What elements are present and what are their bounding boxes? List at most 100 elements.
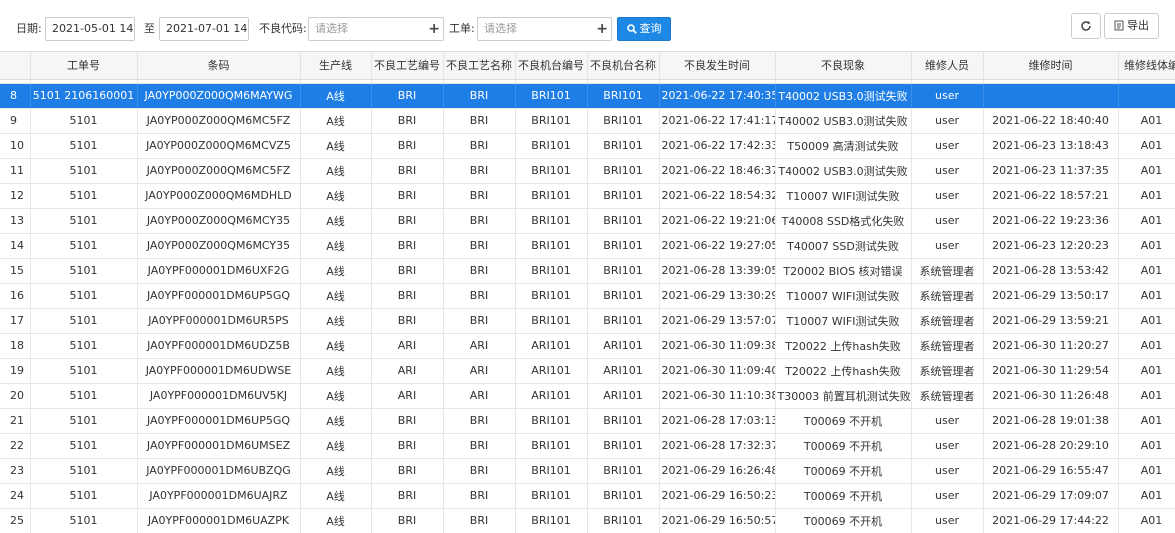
row-index-cell: 13: [0, 208, 31, 234]
table-cell: 系统管理者: [911, 308, 984, 334]
table-cell: BRI101: [515, 208, 588, 234]
table-cell: BRI101: [587, 308, 660, 334]
table-row[interactable]: 23 5101 JA0YPF000001DM6UBZQG A线 BRI BRI BRI101…: [0, 458, 1175, 484]
table-cell: T40007 SSD测试失败: [775, 233, 912, 259]
table-cell: BRI101: [515, 433, 588, 459]
column-header[interactable]: 维修时间: [983, 52, 1119, 80]
table-row[interactable]: 10 5101 JA0YP000Z000QM6MCVZ5 A线 BRI BRI BRI101…: [0, 133, 1175, 159]
plus-icon[interactable]: +: [428, 18, 440, 40]
table-row[interactable]: 8 5101 2106160001 JA0YP000Z000QM6MAYWG A线 BR…: [0, 83, 1175, 109]
table-row[interactable]: 22 5101 JA0YPF000001DM6UMSEZ A线 BRI BRI BRI101…: [0, 433, 1175, 459]
table-cell: BRI: [443, 183, 516, 209]
table-cell: 2021-06-29 16:50:23: [659, 483, 776, 509]
table-cell: A线: [300, 308, 372, 334]
table-row[interactable]: 15 5101 JA0YPF000001DM6UXF2G A线 BRI BRI BRI101…: [0, 258, 1175, 284]
table-cell: T30003 前置耳机测试失败: [775, 383, 912, 409]
query-button[interactable]: 查询: [617, 17, 671, 41]
table-cell: ARI: [371, 383, 444, 409]
column-header[interactable]: 条码: [137, 52, 301, 80]
defect-table: 工单号 条码 生产线 不良工艺编号 不良工艺名称 不良机台编号 不良机台名称 不…: [0, 51, 1175, 533]
table-cell: T20022 上传hash失败: [775, 358, 912, 384]
table-cell: 2021-06-29 13:59:21: [983, 308, 1119, 334]
table-cell: 5101: [30, 283, 138, 309]
row-index-cell: 17: [0, 308, 31, 334]
row-index-cell: 19: [0, 358, 31, 384]
table-row[interactable]: 19 5101 JA0YPF000001DM6UDWSE A线 ARI ARI ARI101…: [0, 358, 1175, 384]
table-cell: user: [911, 433, 984, 459]
table-cell: BRI: [443, 283, 516, 309]
table-row[interactable]: 14 5101 JA0YP000Z000QM6MCY35 A线 BRI BRI BRI101…: [0, 233, 1175, 259]
table-cell: BRI101: [587, 83, 660, 109]
table-cell: ARI: [443, 333, 516, 359]
table-cell: BRI101: [515, 508, 588, 533]
table-cell: JA0YP000Z000QM6MCVZ5: [137, 133, 301, 159]
table-cell: ARI101: [515, 333, 588, 359]
table-cell: JA0YPF000001DM6UR5PS: [137, 308, 301, 334]
column-header[interactable]: 不良工艺名称: [443, 52, 516, 80]
table-cell: user: [911, 458, 984, 484]
table-cell: 2021-06-30 11:26:48: [983, 383, 1119, 409]
table-cell: user: [911, 508, 984, 533]
table-cell: BRI: [371, 108, 444, 134]
column-header[interactable]: 不良机台编号: [515, 52, 588, 80]
table-row[interactable]: 13 5101 JA0YP000Z000QM6MCY35 A线 BRI BRI BRI101…: [0, 208, 1175, 234]
table-cell: BRI: [443, 83, 516, 109]
column-header[interactable]: 生产线: [300, 52, 372, 80]
date-from-input[interactable]: 2021-05-01 14: [45, 17, 135, 41]
table-cell: BRI: [371, 233, 444, 259]
table-cell: ARI: [371, 333, 444, 359]
table-cell: BRI101: [587, 108, 660, 134]
table-row[interactable]: 24 5101 JA0YPF000001DM6UAJRZ A线 BRI BRI BRI101…: [0, 483, 1175, 509]
refresh-button[interactable]: [1071, 13, 1101, 39]
table-row[interactable]: 21 5101 JA0YPF000001DM6UP5GQ A线 BRI BRI BRI101…: [0, 408, 1175, 434]
table-cell: BRI101: [515, 158, 588, 184]
table-row[interactable]: 12 5101 JA0YP000Z000QM6MDHLD A线 BRI BRI BRI101…: [0, 183, 1175, 209]
plus-icon[interactable]: +: [596, 18, 608, 40]
table-cell: A线: [300, 233, 372, 259]
table-row[interactable]: 18 5101 JA0YPF000001DM6UDZ5B A线 ARI ARI ARI101…: [0, 333, 1175, 359]
column-header[interactable]: 不良机台名称: [587, 52, 660, 80]
table-cell: A线: [300, 383, 372, 409]
table-cell: BRI101: [587, 458, 660, 484]
date-to-input[interactable]: 2021-07-01 14: [159, 17, 249, 41]
table-cell: JA0YPF000001DM6UAZPK: [137, 508, 301, 533]
table-row[interactable]: 20 5101 JA0YPF000001DM6UV5KJ A线 ARI ARI ARI101…: [0, 383, 1175, 409]
column-header[interactable]: 不良现象: [775, 52, 912, 80]
table-cell: JA0YPF000001DM6UDWSE: [137, 358, 301, 384]
column-header[interactable]: [0, 52, 31, 80]
table-cell: user: [911, 483, 984, 509]
table-cell: A01: [1118, 108, 1175, 134]
column-header[interactable]: 不良发生时间: [659, 52, 776, 80]
column-header[interactable]: 维修线体编: [1118, 52, 1175, 80]
table-cell: A01: [1118, 308, 1175, 334]
column-header[interactable]: 工单号: [30, 52, 138, 80]
table-cell: 2021-06-29 16:26:48: [659, 458, 776, 484]
table-row[interactable]: 11 5101 JA0YP000Z000QM6MC5FZ A线 BRI BRI BRI101…: [0, 158, 1175, 184]
defect-code-select[interactable]: 请选择 +: [308, 17, 444, 41]
table-cell: BRI: [371, 483, 444, 509]
table-cell: [1118, 83, 1175, 109]
table-cell: BRI: [443, 433, 516, 459]
table-cell: BRI: [371, 433, 444, 459]
table-cell: 5101: [30, 108, 138, 134]
table-cell: BRI: [371, 208, 444, 234]
table-cell: 2021-06-30 11:10:38: [659, 383, 776, 409]
export-button[interactable]: 导出: [1104, 13, 1159, 39]
table-cell: BRI: [371, 183, 444, 209]
table-cell: 2021-06-29 13:57:07: [659, 308, 776, 334]
table-cell: A01: [1118, 383, 1175, 409]
table-cell: ARI101: [587, 358, 660, 384]
table-cell: 5101: [30, 183, 138, 209]
export-label: 导出: [1127, 19, 1149, 32]
table-cell: JA0YPF000001DM6UXF2G: [137, 258, 301, 284]
table-row[interactable]: 17 5101 JA0YPF000001DM6UR5PS A线 BRI BRI BRI101…: [0, 308, 1175, 334]
table-cell: 2021-06-22 17:40:35: [659, 83, 776, 109]
table-row[interactable]: 16 5101 JA0YPF000001DM6UP5GQ A线 BRI BRI BRI101…: [0, 283, 1175, 309]
table-row[interactable]: 25 5101 JA0YPF000001DM6UAZPK A线 BRI BRI BRI101…: [0, 508, 1175, 533]
table-row[interactable]: 9 5101 JA0YP000Z000QM6MC5FZ A线 BRI BRI BRI101 B…: [0, 108, 1175, 134]
table-cell: T40002 USB3.0测试失败: [775, 108, 912, 134]
column-header[interactable]: 维修人员: [911, 52, 984, 80]
column-header[interactable]: 不良工艺编号: [371, 52, 444, 80]
order-select[interactable]: 请选择 +: [477, 17, 612, 41]
table-cell: T00069 不开机: [775, 408, 912, 434]
